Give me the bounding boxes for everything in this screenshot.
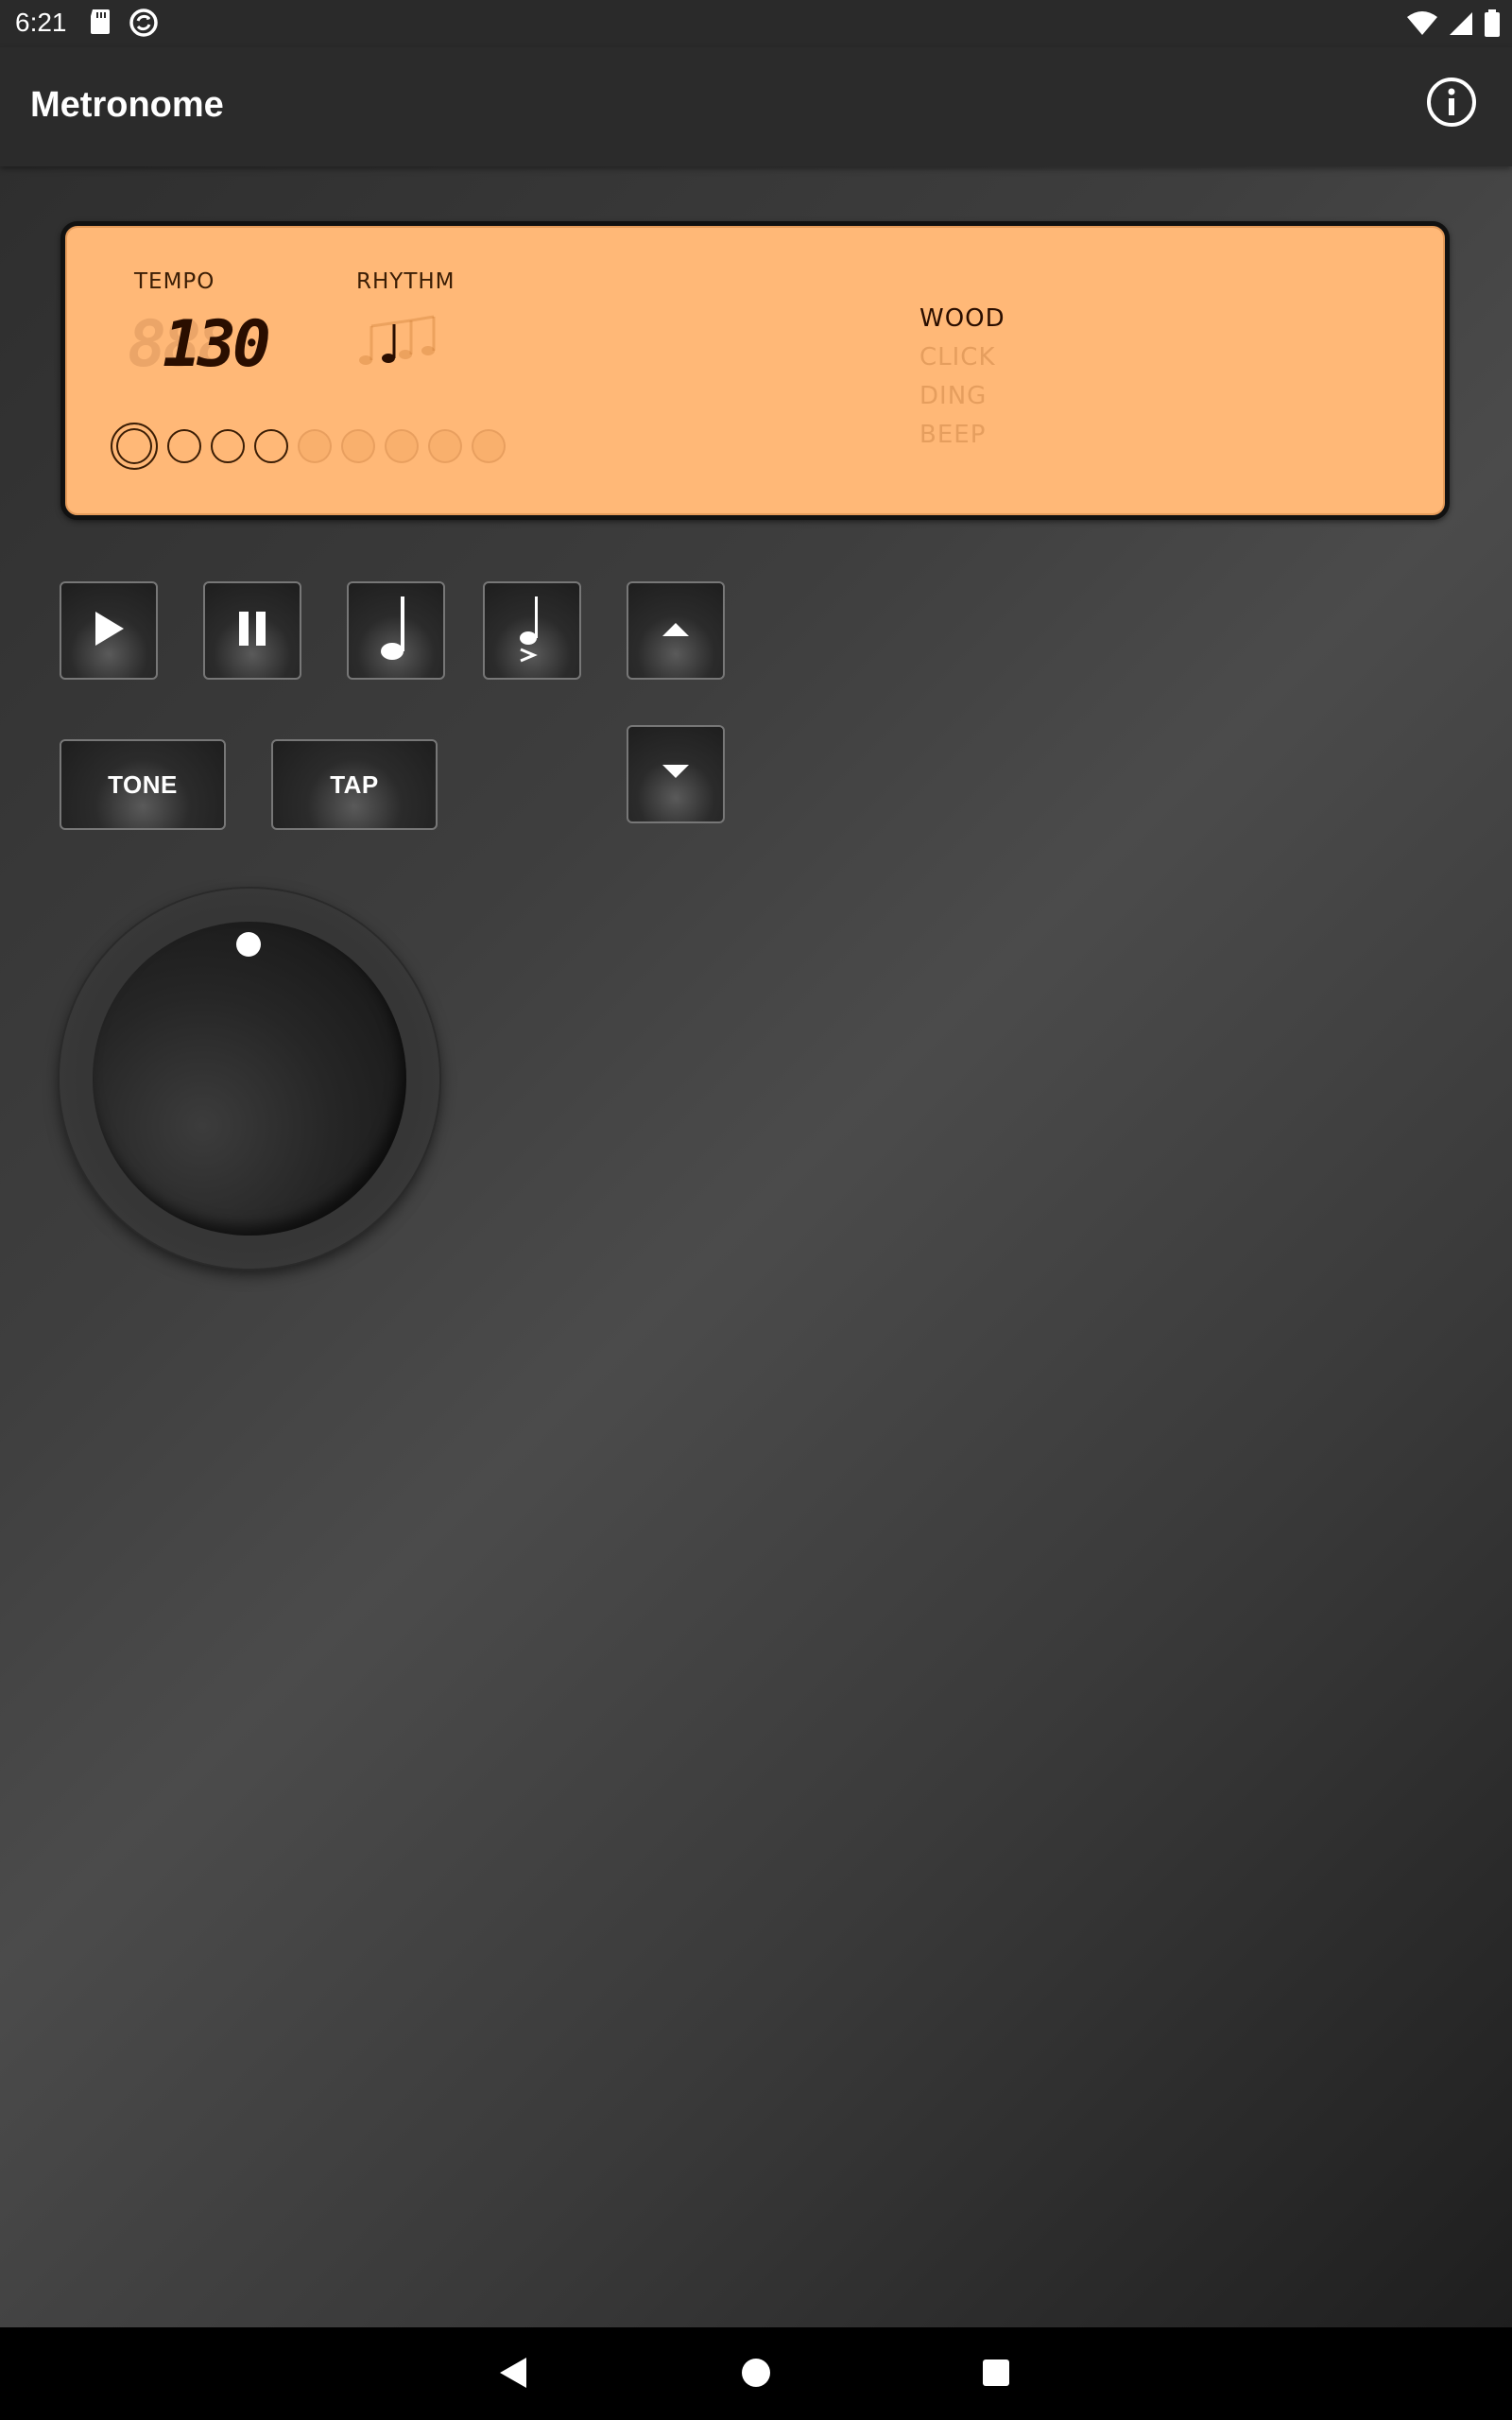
knob-indicator-dot: [236, 932, 261, 957]
beat-dot[interactable]: [341, 429, 375, 463]
beat-dot[interactable]: [211, 429, 245, 463]
system-nav-bar: [0, 2327, 1512, 2420]
sound-option-wood[interactable]: WOOD: [919, 300, 1005, 338]
accent-button[interactable]: [483, 581, 581, 680]
play-icon: [90, 608, 128, 654]
beat-dot[interactable]: [298, 429, 332, 463]
beat-indicators: [111, 423, 506, 470]
tempo-up-button[interactable]: [627, 581, 725, 680]
beat-dot[interactable]: [111, 423, 158, 470]
tempo-knob-dial[interactable]: [93, 922, 406, 1236]
nav-home-button[interactable]: [733, 2352, 779, 2397]
beat-dot[interactable]: [167, 429, 201, 463]
app-bar: Metronome: [0, 47, 1512, 166]
sound-option-beep[interactable]: BEEP: [919, 416, 1005, 455]
wifi-icon: [1406, 10, 1438, 42]
info-button[interactable]: [1425, 76, 1478, 133]
tempo-label: TEMPO: [134, 269, 215, 294]
rhythm-label: RHYTHM: [356, 269, 455, 294]
tempo-knob[interactable]: [60, 889, 439, 1269]
recents-icon: [981, 2358, 1011, 2393]
nav-recents-button[interactable]: [973, 2352, 1019, 2397]
pause-icon: [233, 608, 271, 654]
home-icon: [741, 2358, 771, 2393]
sync-icon: [129, 8, 159, 43]
status-bar: 6:21: [0, 0, 1512, 47]
sd-card-icon: [89, 8, 112, 43]
beat-dot[interactable]: [472, 429, 506, 463]
accent-note-icon: [513, 591, 551, 671]
arrow-up-icon: [661, 619, 691, 643]
status-time: 6:21: [15, 8, 67, 37]
beat-dot[interactable]: [254, 429, 288, 463]
back-icon: [496, 2356, 528, 2394]
tone-button[interactable]: TONE: [60, 739, 226, 830]
beat-note-button[interactable]: [347, 581, 445, 680]
cell-signal-icon: [1448, 10, 1474, 42]
sound-list: WOOD CLICK DING BEEP: [919, 300, 1005, 455]
pause-button[interactable]: [203, 581, 301, 680]
lcd-display: TEMPO RHYTHM 888 8130: [60, 221, 1450, 520]
quarter-note-icon: [377, 593, 415, 669]
battery-icon: [1484, 9, 1501, 43]
status-notifications: [89, 8, 159, 43]
info-icon: [1425, 76, 1478, 133]
tap-button[interactable]: TAP: [271, 739, 438, 830]
play-button[interactable]: [60, 581, 158, 680]
app-title: Metronome: [30, 85, 224, 125]
rhythm-notes-icon: [358, 315, 453, 373]
arrow-down-icon: [661, 763, 691, 786]
tempo-down-button[interactable]: [627, 725, 725, 823]
status-system-icons: [1406, 9, 1501, 43]
beat-dot[interactable]: [385, 429, 419, 463]
beat-dot[interactable]: [428, 429, 462, 463]
sound-option-ding[interactable]: DING: [919, 377, 1005, 416]
rhythm-indicator[interactable]: [358, 313, 453, 374]
sound-option-click[interactable]: CLICK: [919, 338, 1005, 377]
nav-back-button[interactable]: [490, 2352, 535, 2397]
tempo-value[interactable]: 8130: [128, 307, 271, 382]
